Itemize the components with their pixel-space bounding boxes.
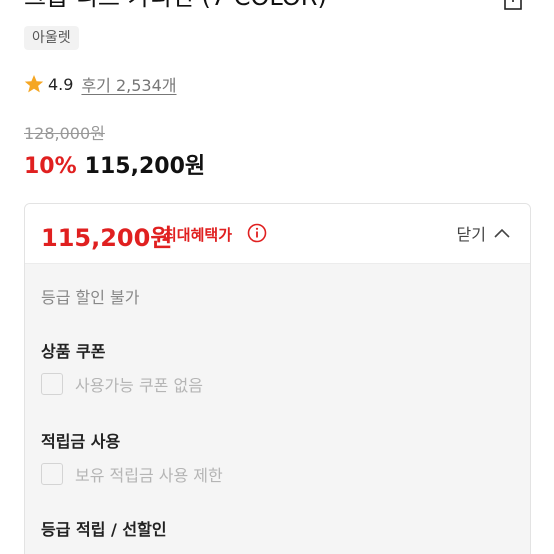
review-count-link[interactable]: 후기 2,534개 xyxy=(81,72,176,96)
discount-rate: 10% xyxy=(24,154,77,179)
points-option-label: 보유 적립금 사용 제한 xyxy=(75,466,223,485)
max-benefit-panel: 115,200원 최대혜택가 닫기 등급 할인 불가 상품 쿠폰 사용가능 쿠폰… xyxy=(24,203,531,554)
product-title: 크롭 니트 가디건 (7 COLOR) xyxy=(24,0,327,14)
original-price: 128,000원 xyxy=(24,124,105,143)
outlet-tag: 아울렛 xyxy=(24,26,79,50)
max-benefit-price: 115,200원 xyxy=(41,224,173,252)
share-button[interactable] xyxy=(502,0,524,12)
coupon-option[interactable]: 사용가능 쿠폰 없음 xyxy=(41,372,203,396)
close-button[interactable]: 닫기 xyxy=(457,221,510,245)
max-benefit-label: 최대혜택가 xyxy=(163,226,233,244)
product-title-row: 크롭 니트 가디건 (7 COLOR) xyxy=(24,0,534,14)
coupon-option-label: 사용가능 쿠폰 없음 xyxy=(75,376,203,395)
star-icon xyxy=(24,75,44,93)
grade-reward-section-title: 등급 적립 / 선할인 xyxy=(41,520,167,539)
points-option[interactable]: 보유 적립금 사용 제한 xyxy=(41,462,223,486)
share-icon xyxy=(504,0,522,10)
points-section-title: 적립금 사용 xyxy=(41,432,121,451)
sale-price: 115,200원 xyxy=(84,154,206,179)
points-checkbox[interactable] xyxy=(41,463,63,485)
chevron-up-icon xyxy=(494,228,510,238)
grade-discount-note: 등급 할인 불가 xyxy=(41,288,140,307)
info-icon[interactable] xyxy=(247,223,267,243)
rating-score: 4.9 xyxy=(48,74,74,94)
close-label: 닫기 xyxy=(456,225,486,244)
rating-row: 4.9 후기 2,534개 xyxy=(24,72,177,96)
max-benefit-header: 115,200원 최대혜택가 닫기 xyxy=(25,204,530,264)
sale-price-row: 10% 115,200원 xyxy=(24,148,205,180)
coupon-checkbox[interactable] xyxy=(41,373,63,395)
coupon-section-title: 상품 쿠폰 xyxy=(41,342,106,361)
